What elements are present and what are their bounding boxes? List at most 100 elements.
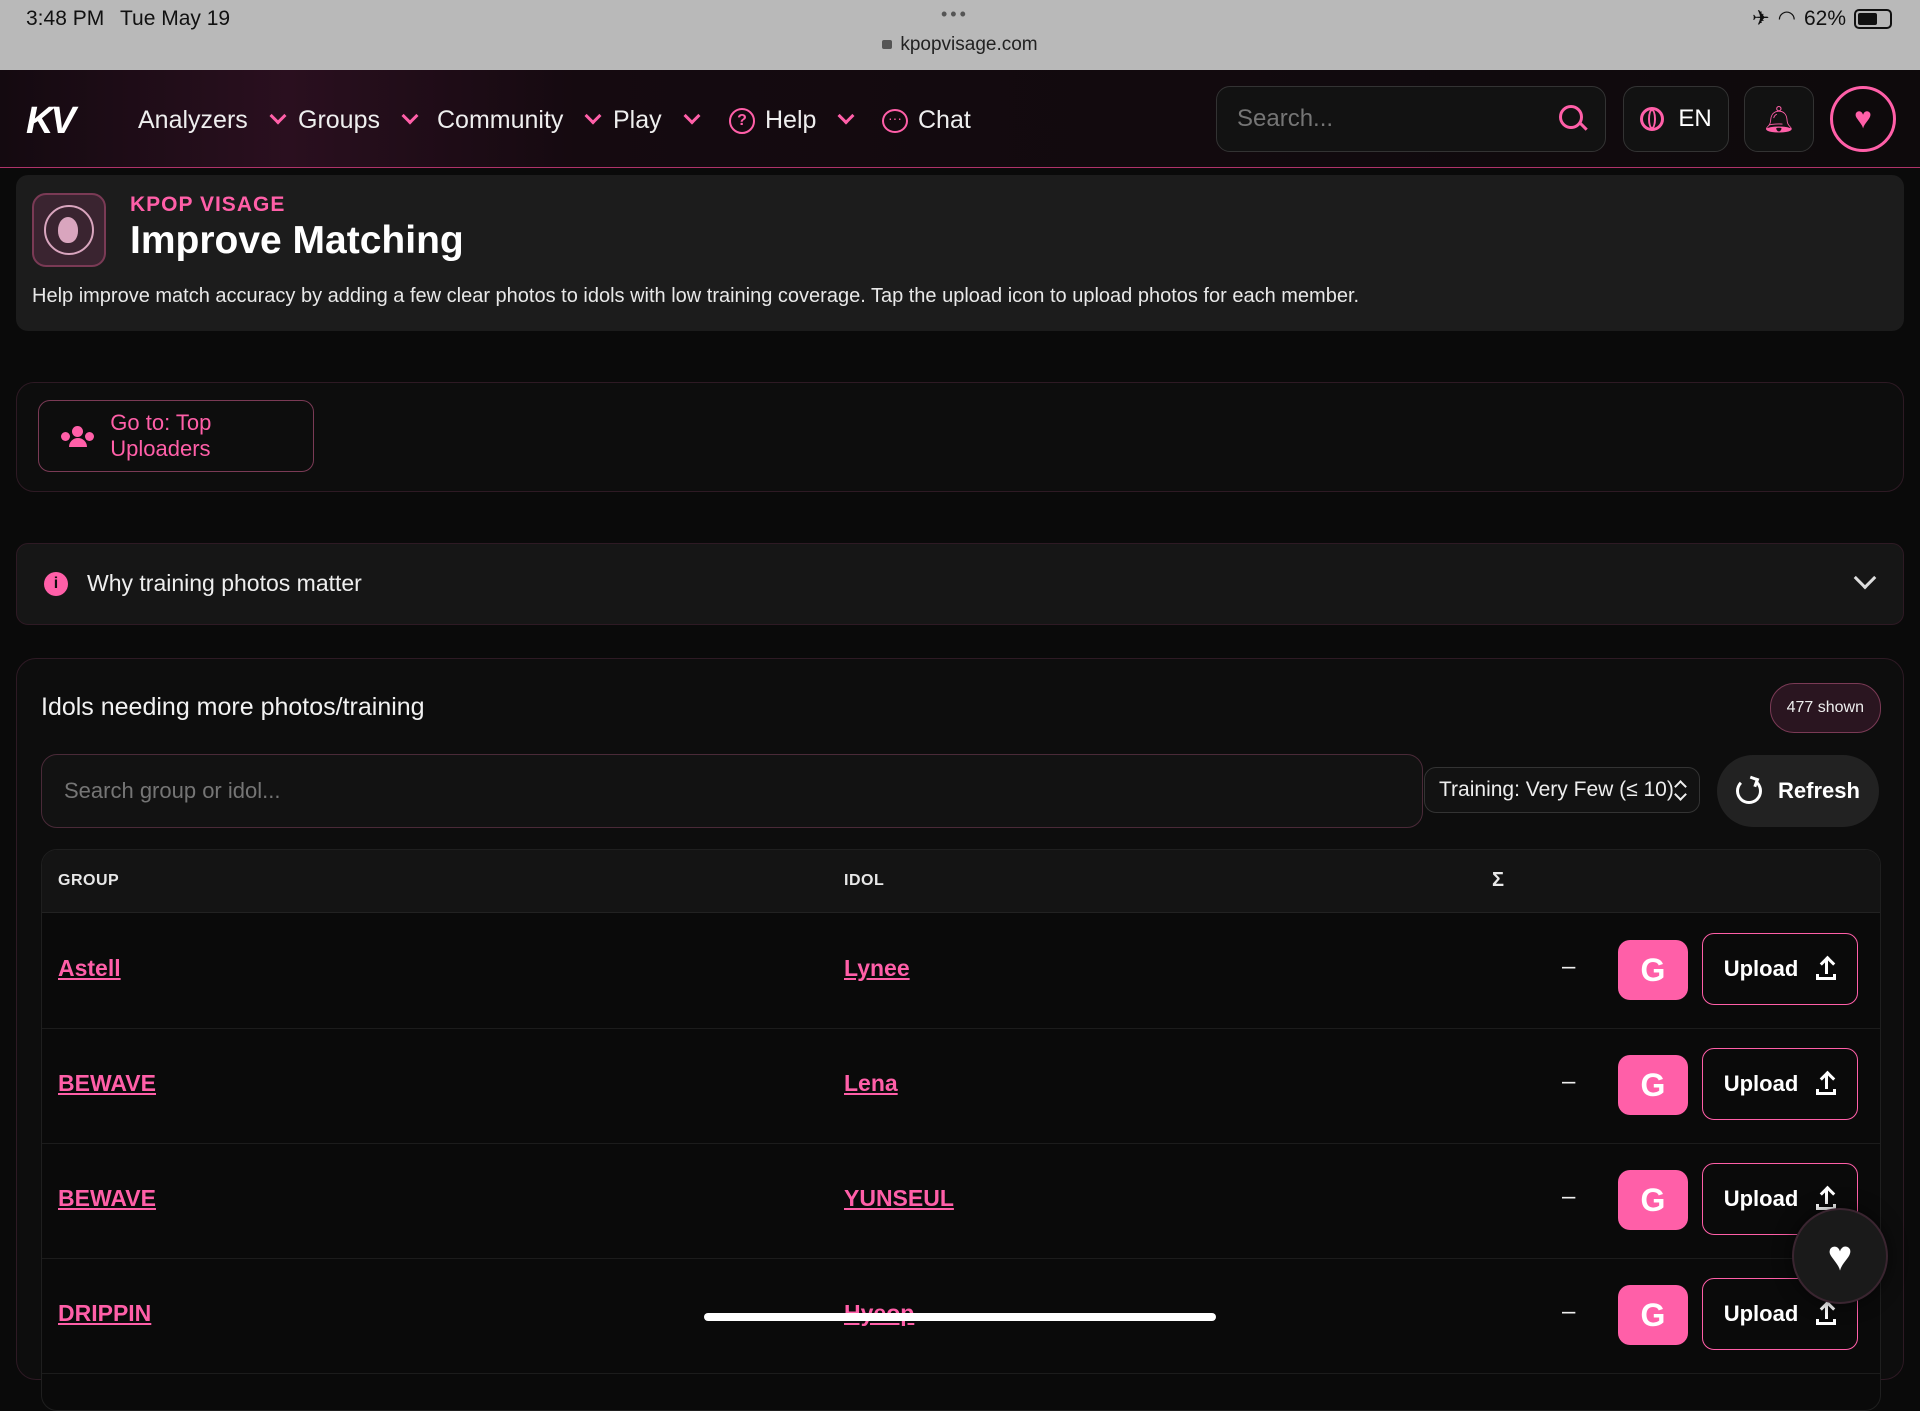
training-count: – — [1562, 1298, 1576, 1325]
language-code: EN — [1678, 105, 1712, 132]
upload-icon — [1816, 1073, 1837, 1095]
google-search-button[interactable]: G — [1618, 1170, 1688, 1230]
panel-title: Idols needing more photos/training — [41, 693, 425, 721]
chevron-down-icon — [837, 107, 855, 124]
search-icon[interactable] — [1559, 105, 1583, 129]
table-row: Astell Lynee – G Upload — [42, 913, 1880, 1029]
training-filter-value: Training: Very Few (≤ 10) — [1439, 778, 1674, 801]
lock-icon — [882, 40, 893, 49]
refresh-button[interactable]: Refresh — [1717, 755, 1879, 827]
table-row: BEWAVE Lena – G Upload — [42, 1028, 1880, 1144]
site-search[interactable] — [1216, 86, 1606, 152]
training-count: – — [1562, 953, 1576, 980]
nav-label: Groups — [298, 106, 380, 134]
page-eyebrow: KPOP VISAGE — [130, 193, 286, 216]
table-row: BEWAVE YUNSEUL – G Upload — [42, 1143, 1880, 1259]
upload-button[interactable]: Upload — [1702, 933, 1858, 1005]
count-badge: 477 shown — [1769, 683, 1881, 733]
nav-play[interactable]: Play — [613, 106, 701, 135]
select-arrows-icon — [1675, 780, 1685, 800]
page-title: Improve Matching — [130, 219, 464, 262]
google-search-button[interactable]: G — [1618, 1055, 1688, 1115]
group-link[interactable]: DRIPPIN — [58, 1300, 151, 1327]
idol-link[interactable]: YUNSEUL — [844, 1185, 954, 1212]
chevron-down-icon — [584, 107, 602, 124]
training-count: – — [1562, 1183, 1576, 1210]
idol-search-input[interactable] — [62, 755, 1366, 827]
group-link[interactable]: BEWAVE — [58, 1070, 156, 1097]
upload-label: Upload — [1723, 1301, 1799, 1326]
idol-search[interactable] — [41, 754, 1423, 828]
chevron-down-icon — [269, 107, 287, 124]
group-link[interactable]: Astell — [58, 955, 121, 982]
refresh-icon — [1736, 778, 1763, 804]
floating-favorite-button[interactable]: ♥ — [1792, 1208, 1888, 1304]
upload-label: Upload — [1723, 1071, 1799, 1096]
battery-icon — [1854, 8, 1892, 29]
upload-icon — [1816, 958, 1837, 980]
nav-community[interactable]: Community — [437, 106, 602, 135]
home-indicator[interactable] — [704, 1313, 1216, 1321]
status-date: Tue May 19 — [120, 7, 231, 30]
info-icon: i — [44, 572, 68, 596]
nav-label: Play — [613, 106, 662, 134]
bell-icon: 🔔︎ — [1762, 103, 1796, 134]
ios-status-bar: 3:48 PM Tue May 19 ••• kpopvisage.com ✈ … — [0, 0, 1920, 70]
why-training-accordion[interactable]: i Why training photos matter — [16, 543, 1904, 625]
users-icon — [61, 426, 94, 447]
heart-icon: ♥ — [1854, 102, 1872, 135]
group-link[interactable]: BEWAVE — [58, 1185, 156, 1212]
nav-analyzers[interactable]: Analyzers — [138, 106, 287, 135]
nav-label: Analyzers — [138, 106, 248, 134]
uploaders-section: Go to: Top Uploaders — [16, 382, 1904, 492]
nav-help[interactable]: ? Help — [729, 106, 855, 135]
globe-icon — [1640, 107, 1665, 131]
idols-table: GROUP IDOL Σ Astell Lynee – G Upload BEW… — [41, 849, 1881, 1411]
idol-link[interactable]: Lynee — [844, 955, 910, 982]
chevron-down-icon — [401, 107, 419, 124]
url-bar[interactable]: kpopvisage.com — [0, 34, 1920, 56]
top-uploaders-button[interactable]: Go to: Top Uploaders — [38, 400, 314, 472]
google-search-button[interactable]: G — [1618, 1285, 1688, 1345]
app-face-icon — [32, 193, 106, 267]
upload-label: Upload — [1723, 956, 1799, 981]
nav-groups[interactable]: Groups — [298, 106, 419, 135]
site-logo[interactable]: KV — [26, 100, 76, 143]
site-search-input[interactable] — [1235, 87, 1539, 151]
nav-chat[interactable]: ··· Chat — [882, 106, 971, 135]
chat-icon: ··· — [882, 108, 908, 133]
status-indicators: ✈ ◠ 62% — [1752, 6, 1892, 31]
airplane-icon: ✈ — [1752, 7, 1770, 30]
nav-label: Help — [765, 106, 817, 134]
google-search-button[interactable]: G — [1618, 940, 1688, 1000]
notifications-button[interactable]: 🔔︎ — [1744, 86, 1814, 152]
chevron-down-icon[interactable] — [1853, 566, 1877, 590]
idols-panel: Idols needing more photos/training 477 s… — [16, 658, 1904, 1411]
top-navigation: KV Analyzers Groups Community Play ? Hel… — [0, 70, 1920, 168]
page-description: Help improve match accuracy by adding a … — [32, 285, 1360, 307]
wifi-icon: ◠ — [1777, 7, 1796, 30]
upload-button[interactable]: Upload — [1702, 1048, 1858, 1120]
battery-percent: 62% — [1803, 6, 1846, 30]
upload-icon — [1816, 1303, 1837, 1325]
chevron-down-icon — [683, 107, 701, 124]
top-uploaders-label: Go to: Top Uploaders — [110, 410, 212, 461]
page-header: KPOP VISAGE Improve Matching Help improv… — [16, 175, 1904, 331]
upload-icon — [1816, 1188, 1837, 1210]
column-header-idol[interactable]: IDOL — [844, 872, 884, 890]
multitasking-dots-icon[interactable]: ••• — [941, 4, 969, 25]
column-header-group[interactable]: GROUP — [58, 872, 119, 890]
table-header: GROUP IDOL Σ — [42, 850, 1880, 913]
training-filter-select[interactable]: Training: Very Few (≤ 10) — [1424, 767, 1700, 813]
nav-label: Community — [437, 106, 564, 134]
column-header-sum[interactable]: Σ — [1492, 869, 1505, 892]
accordion-label: Why training photos matter — [87, 570, 362, 596]
nav-label: Chat — [918, 106, 971, 134]
idol-link[interactable]: Lena — [844, 1070, 898, 1097]
language-selector[interactable]: EN — [1623, 86, 1729, 152]
help-icon: ? — [729, 107, 755, 134]
favorites-button[interactable]: ♥ — [1830, 86, 1896, 152]
heart-icon: ♥ — [1827, 1232, 1853, 1279]
status-time: 3:48 PM — [26, 7, 105, 30]
refresh-label: Refresh — [1778, 778, 1860, 803]
